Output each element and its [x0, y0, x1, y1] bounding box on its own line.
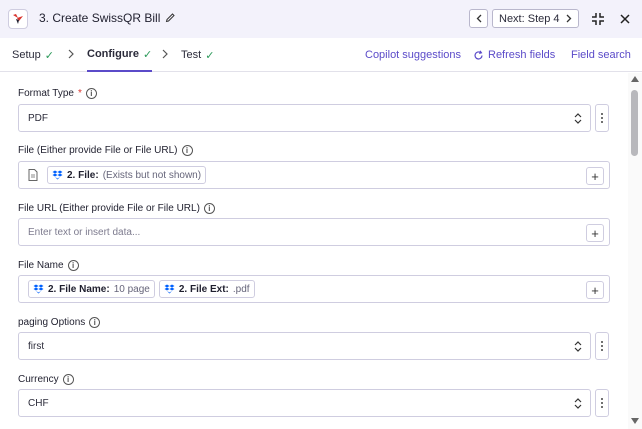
select-chevron-icon	[574, 341, 582, 352]
file-field[interactable]: 2. File: (Exists but not shown) +	[18, 161, 610, 189]
more-options-icon[interactable]	[595, 389, 609, 417]
file-name-field[interactable]: 2. File Name: 10 page 2. File Ext: .pdf …	[18, 275, 610, 303]
file-url-label-text: File URL (Either provide File or File UR…	[18, 203, 200, 214]
copilot-suggestions-link[interactable]: Copilot suggestions	[365, 49, 461, 61]
more-options-icon[interactable]	[595, 332, 609, 360]
file-ext-token-value: .pdf	[232, 283, 250, 295]
tab-configure-label: Configure	[87, 48, 139, 60]
pencil-icon[interactable]	[165, 12, 177, 24]
chevron-right-icon	[162, 49, 168, 59]
scroll-up-icon[interactable]	[631, 76, 639, 82]
currency-label-text: Currency	[18, 374, 59, 385]
file-label: File (Either provide File or File URL) i	[18, 145, 193, 156]
chevron-right-icon	[68, 49, 74, 59]
dropbox-icon	[52, 170, 63, 180]
tab-test-label: Test	[181, 49, 202, 61]
tab-setup[interactable]: Setup ✓	[12, 38, 54, 72]
paging-options-select[interactable]: first	[18, 332, 591, 360]
paging-options-label: paging Options i	[18, 317, 101, 328]
tab-setup-label: Setup	[12, 49, 41, 61]
file-name-token[interactable]: 2. File Name: 10 page	[28, 280, 155, 298]
app-logo-icon	[13, 14, 23, 24]
file-token[interactable]: 2. File: (Exists but not shown)	[47, 166, 207, 184]
scrollbar[interactable]	[628, 73, 642, 429]
format-type-label: Format Type * i	[18, 88, 97, 99]
currency-value: CHF	[28, 397, 49, 409]
tab-test[interactable]: Test ✓	[181, 38, 214, 72]
file-url-placeholder: Enter text or insert data...	[28, 226, 141, 238]
check-icon: ✓	[142, 48, 153, 61]
step-title-text: 3. Create SwissQR Bill	[39, 11, 161, 25]
chevron-right-icon	[566, 14, 572, 23]
next-step-button[interactable]: Next: Step 4	[492, 9, 579, 28]
file-token-value: (Exists but not shown)	[102, 169, 202, 181]
insert-data-button[interactable]: +	[586, 224, 604, 242]
file-label-text: File (Either provide File or File URL)	[18, 145, 178, 156]
refresh-fields-link[interactable]: Refresh fields	[473, 49, 555, 61]
insert-data-button[interactable]: +	[586, 167, 604, 185]
file-token-name: 2. File:	[67, 169, 99, 181]
info-icon[interactable]: i	[62, 374, 74, 385]
currency-label: Currency i	[18, 374, 74, 385]
file-name-token-value: 10 page	[113, 283, 150, 295]
format-type-value: PDF	[28, 112, 48, 124]
dropbox-icon	[164, 284, 175, 294]
more-options-icon[interactable]	[595, 104, 609, 132]
app-logo	[8, 9, 28, 29]
dropbox-icon	[33, 284, 44, 294]
paging-options-label-text: paging Options	[18, 317, 86, 328]
select-chevron-icon	[574, 398, 582, 409]
info-icon[interactable]: i	[181, 145, 193, 156]
paging-options-value: first	[28, 340, 45, 352]
file-ext-token-name: 2. File Ext:	[178, 283, 229, 295]
select-chevron-icon	[574, 113, 582, 124]
file-ext-token[interactable]: 2. File Ext: .pdf	[158, 280, 255, 298]
field-search-link[interactable]: Field search	[571, 49, 631, 61]
step-header: 3. Create SwissQR Bill Next: Step 4	[0, 0, 642, 38]
step-tabs: Setup ✓ Configure ✓ Test ✓ Copilot sugge…	[0, 38, 642, 72]
refresh-fields-label: Refresh fields	[488, 49, 556, 61]
format-type-select[interactable]: PDF	[18, 104, 591, 132]
file-name-token-name: 2. File Name:	[48, 283, 110, 295]
configure-form: Format Type * i PDF File (Either provide…	[0, 73, 628, 429]
close-icon[interactable]	[618, 10, 632, 27]
tab-configure[interactable]: Configure ✓	[87, 38, 153, 72]
field-search-label: Field search	[571, 49, 631, 61]
file-name-label-text: File Name	[18, 260, 64, 271]
check-icon: ✓	[44, 49, 54, 62]
file-name-label: File Name i	[18, 260, 79, 271]
info-icon[interactable]: i	[89, 317, 101, 328]
previous-step-button[interactable]	[469, 9, 488, 28]
scrollbar-thumb[interactable]	[631, 90, 638, 156]
refresh-icon	[474, 49, 483, 59]
check-icon: ✓	[205, 49, 215, 62]
chevron-left-icon	[476, 14, 481, 23]
format-type-label-text: Format Type	[18, 88, 74, 99]
copilot-suggestions-label: Copilot suggestions	[365, 49, 462, 61]
info-icon[interactable]: i	[67, 260, 79, 271]
file-icon	[28, 169, 38, 181]
info-icon[interactable]: i	[85, 88, 97, 99]
collapse-icon[interactable]	[589, 10, 606, 27]
next-step-label: Next: Step 4	[499, 12, 560, 25]
step-title[interactable]: 3. Create SwissQR Bill	[39, 11, 177, 25]
insert-data-button[interactable]: +	[586, 281, 604, 299]
file-url-input[interactable]: Enter text or insert data... +	[18, 218, 610, 246]
scroll-down-icon[interactable]	[631, 418, 639, 424]
required-mark: *	[77, 88, 82, 99]
file-url-label: File URL (Either provide File or File UR…	[18, 203, 215, 214]
info-icon[interactable]: i	[203, 203, 215, 214]
currency-select[interactable]: CHF	[18, 389, 591, 417]
